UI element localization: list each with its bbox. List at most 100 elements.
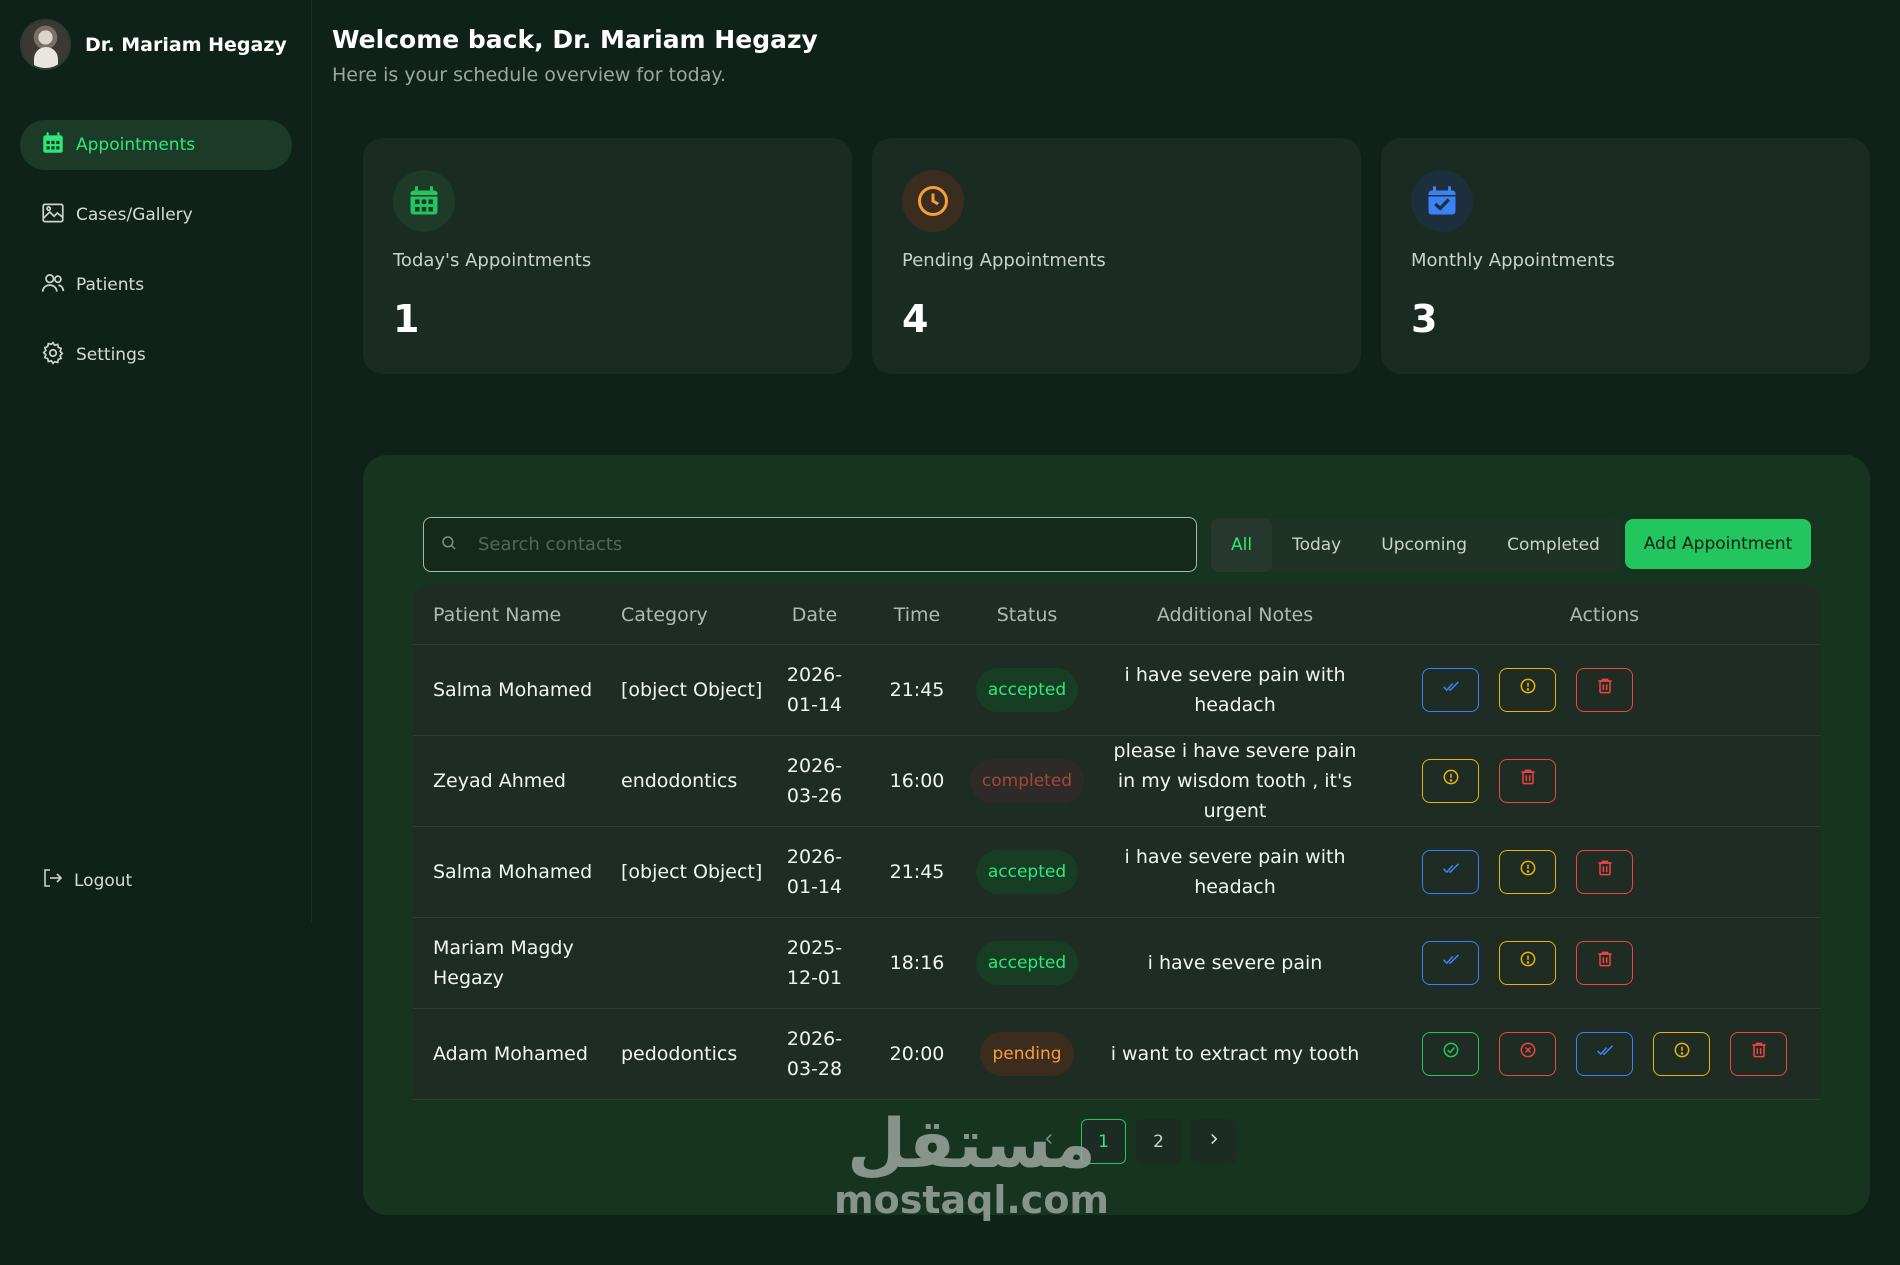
check-circle-icon xyxy=(1441,1039,1461,1069)
column-header: Actions xyxy=(1569,603,1640,626)
calendar-icon xyxy=(40,130,76,161)
sidebar-item-label: Cases/Gallery xyxy=(76,205,193,225)
tab-all[interactable]: All xyxy=(1211,518,1273,572)
table-row: Adam Mohamed pedodontics 2026- 03-28 20:00 pe… xyxy=(413,1009,1821,1100)
sidebar-item-label: Appointments xyxy=(76,135,196,155)
date: 2026- 01-14 xyxy=(786,846,843,898)
double-check-icon xyxy=(1595,1039,1615,1069)
stat-card-today: Today's Appointments 1 xyxy=(363,138,852,374)
sidebar-item-settings[interactable]: Settings xyxy=(20,330,292,380)
status-badge: accepted xyxy=(975,941,1079,985)
avatar[interactable] xyxy=(20,19,71,70)
clock-icon xyxy=(902,170,964,232)
column-header[interactable]: Additional Notes xyxy=(1082,604,1388,626)
appointments-table: Patient Name Category Date Time Status A… xyxy=(413,585,1821,1100)
delete-button[interactable] xyxy=(1576,941,1633,985)
sidebar-item-label: Settings xyxy=(76,345,146,365)
logout-icon xyxy=(40,866,74,895)
info-button[interactable] xyxy=(1499,668,1556,712)
gear-icon xyxy=(40,340,76,371)
patient-name: Adam Mohamed xyxy=(433,1043,588,1065)
search-input[interactable] xyxy=(478,534,1158,555)
appointments-panel: All Today Upcoming Completed Add Appoint… xyxy=(363,455,1870,1215)
next-page-button[interactable] xyxy=(1191,1119,1236,1164)
sidebar: Dr. Mariam Hegazy Appointments Cases/Gal… xyxy=(0,0,312,922)
time: 21:45 xyxy=(889,679,945,701)
x-circle-icon xyxy=(1518,1039,1538,1069)
table-row: Zeyad Ahmed endodontics 2026- 03-26 16:00 com… xyxy=(413,736,1821,827)
tab-today[interactable]: Today xyxy=(1272,518,1361,572)
status-badge: pending xyxy=(980,1032,1074,1076)
status-cell: pending xyxy=(972,1032,1082,1076)
row-actions xyxy=(1388,1032,1821,1076)
trash-icon xyxy=(1518,766,1538,796)
mark-done-button[interactable] xyxy=(1576,1032,1633,1076)
sidebar-item-appointments[interactable]: Appointments xyxy=(20,120,292,170)
status-cell: accepted xyxy=(972,941,1082,985)
reject-button[interactable] xyxy=(1499,1032,1556,1076)
table-row: Salma Mohamed [object Object] 2026- 01-14 21… xyxy=(413,827,1821,918)
sidebar-item-label: Patients xyxy=(76,275,145,295)
delete-button[interactable] xyxy=(1576,668,1633,712)
table-header: Patient Name Category Date Time Status A… xyxy=(413,585,1821,645)
table-row: Mariam Magdy Hegazy 2025- 12-01 18:16 accept… xyxy=(413,918,1821,1009)
info-icon xyxy=(1518,948,1538,978)
info-icon xyxy=(1441,766,1461,796)
column-header[interactable]: Date xyxy=(767,604,862,626)
row-actions xyxy=(1388,850,1821,894)
status-badge: accepted xyxy=(975,850,1079,894)
calendar-check-icon xyxy=(1411,170,1473,232)
notes: i have severe pain xyxy=(1147,952,1323,974)
watermark: مستقل mostaql.com xyxy=(834,1110,1109,1221)
sidebar-nav: Appointments Cases/Gallery Patients Sett… xyxy=(20,120,292,400)
double-check-icon xyxy=(1441,675,1461,705)
time: 16:00 xyxy=(889,770,945,792)
double-check-icon xyxy=(1441,948,1461,978)
info-button[interactable] xyxy=(1499,941,1556,985)
mark-done-button[interactable] xyxy=(1422,850,1479,894)
double-check-icon xyxy=(1441,857,1461,887)
toolbar: All Today Upcoming Completed Add Appoint… xyxy=(423,517,1813,573)
mark-done-button[interactable] xyxy=(1422,668,1479,712)
category: endodontics xyxy=(621,770,738,792)
page-button[interactable]: 2 xyxy=(1136,1119,1181,1164)
delete-button[interactable] xyxy=(1730,1032,1787,1076)
row-actions xyxy=(1388,759,1821,803)
add-appointment-button[interactable]: Add Appointment xyxy=(1625,519,1811,569)
column-header[interactable]: Patient Name xyxy=(413,604,601,626)
stat-label: Monthly Appointments xyxy=(1411,250,1615,271)
stat-card-pending: Pending Appointments 4 xyxy=(872,138,1361,374)
info-button[interactable] xyxy=(1422,759,1479,803)
category: pedodontics xyxy=(621,1043,738,1065)
patient-name: Salma Mohamed xyxy=(433,679,593,701)
info-button[interactable] xyxy=(1653,1032,1710,1076)
stat-card-monthly: Monthly Appointments 3 xyxy=(1381,138,1870,374)
time: 20:00 xyxy=(889,1043,945,1065)
stats-row: Today's Appointments 1 Pending Appointme… xyxy=(363,138,1870,374)
patient-name: Mariam Magdy Hegazy xyxy=(433,937,574,989)
info-button[interactable] xyxy=(1499,850,1556,894)
users-icon xyxy=(40,270,76,301)
status-cell: completed xyxy=(969,759,1085,803)
tab-completed[interactable]: Completed xyxy=(1487,518,1620,572)
logout-button[interactable]: Logout xyxy=(40,866,132,895)
status-cell: accepted xyxy=(972,850,1082,894)
trash-icon xyxy=(1595,857,1615,887)
status-badge: accepted xyxy=(975,668,1079,712)
column-header[interactable]: Time xyxy=(862,604,972,626)
delete-button[interactable] xyxy=(1576,850,1633,894)
sidebar-item-patients[interactable]: Patients xyxy=(20,260,292,310)
time: 21:45 xyxy=(889,861,945,883)
delete-button[interactable] xyxy=(1499,759,1556,803)
accept-button[interactable] xyxy=(1422,1032,1479,1076)
trash-icon xyxy=(1595,948,1615,978)
info-icon xyxy=(1518,675,1538,705)
tab-upcoming[interactable]: Upcoming xyxy=(1361,518,1487,572)
column-header[interactable]: Status xyxy=(972,604,1082,626)
search-box[interactable] xyxy=(423,517,1197,572)
mark-done-button[interactable] xyxy=(1422,941,1479,985)
column-header[interactable]: Category xyxy=(601,604,767,626)
profile[interactable]: Dr. Mariam Hegazy xyxy=(20,19,287,70)
row-actions xyxy=(1388,941,1821,985)
sidebar-item-cases-gallery[interactable]: Cases/Gallery xyxy=(20,190,292,240)
